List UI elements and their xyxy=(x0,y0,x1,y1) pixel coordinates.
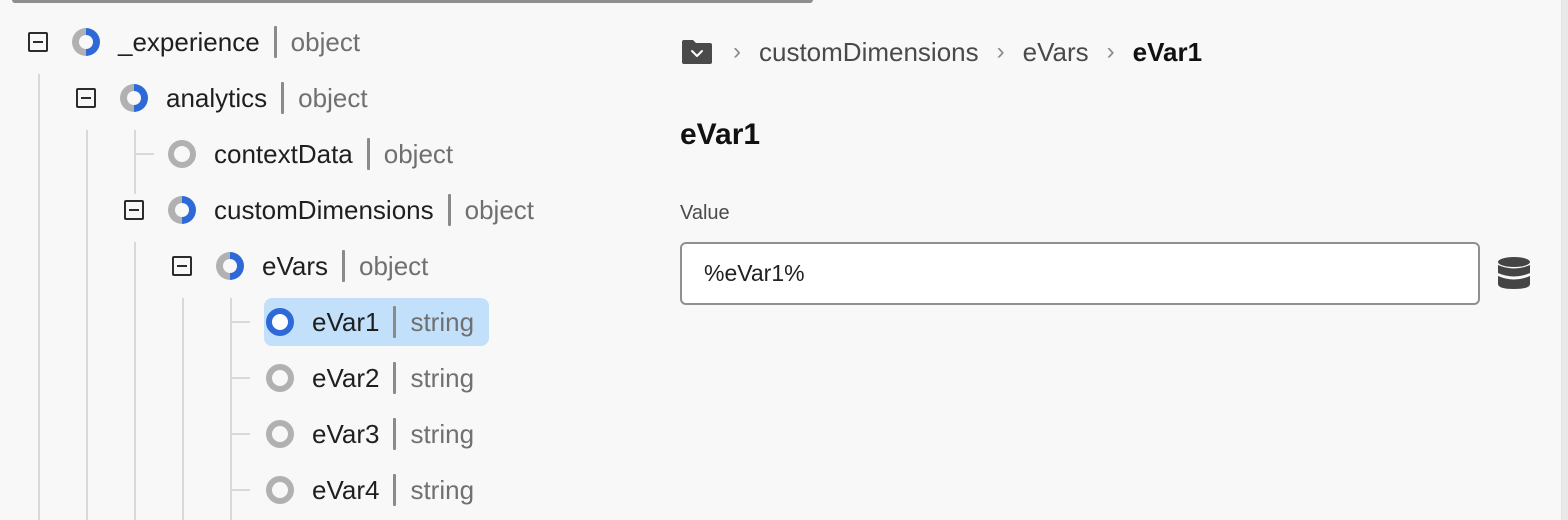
breadcrumb-item-customdimensions[interactable]: customDimensions xyxy=(759,37,979,68)
node-type: string xyxy=(410,306,475,337)
node-name: eVar4 xyxy=(312,474,380,505)
node-type: object xyxy=(298,82,368,113)
tree-guide-line xyxy=(38,74,40,520)
node-name: contextData xyxy=(214,138,353,169)
value-input[interactable] xyxy=(680,242,1480,305)
empty-status-icon xyxy=(168,140,196,168)
folder-icon[interactable] xyxy=(681,39,713,65)
tree-node-experience[interactable]: _experience object xyxy=(72,18,366,66)
node-name: eVars xyxy=(262,250,328,281)
separator xyxy=(447,194,451,226)
chevron-right-icon: › xyxy=(996,38,1005,65)
tree-connector xyxy=(134,153,154,155)
tree-connector xyxy=(230,433,250,435)
panel-scrollbar[interactable] xyxy=(1561,0,1568,520)
node-type: object xyxy=(290,26,361,57)
node-name: _experience xyxy=(118,26,260,57)
tree-guide-line xyxy=(182,298,184,520)
tree-guide-line xyxy=(134,242,136,520)
tree-connector xyxy=(230,377,250,379)
breadcrumb-item-current: eVar1 xyxy=(1132,36,1203,67)
separator xyxy=(393,474,397,506)
collapse-toggle-evars[interactable] xyxy=(172,256,192,276)
partial-status-icon xyxy=(120,84,148,112)
search-field-bottom-edge xyxy=(12,0,813,3)
node-name: analytics xyxy=(166,82,268,113)
tree-guide-line xyxy=(134,130,136,194)
partial-status-icon xyxy=(168,196,196,224)
collapse-toggle-customdimensions[interactable] xyxy=(124,200,144,220)
node-type: string xyxy=(410,474,475,505)
tree-node-evar1[interactable]: eVar1 string xyxy=(264,298,489,346)
node-name: customDimensions xyxy=(214,194,434,225)
node-name: eVar2 xyxy=(312,362,380,393)
node-name: eVar3 xyxy=(312,418,380,449)
tree-node-evar2[interactable]: eVar2 string xyxy=(266,354,480,402)
separator xyxy=(393,362,397,394)
breadcrumb-item-evars[interactable]: eVars xyxy=(1023,37,1089,68)
empty-status-icon xyxy=(266,364,294,392)
separator xyxy=(393,418,397,450)
tree-guide-line xyxy=(86,130,88,520)
node-type: object xyxy=(359,250,429,281)
separator xyxy=(366,138,370,170)
separator xyxy=(393,306,397,338)
tree-node-evar4[interactable]: eVar4 string xyxy=(266,466,480,514)
node-name: eVar1 xyxy=(312,306,380,337)
partial-status-icon xyxy=(216,252,244,280)
tree-node-evars[interactable]: eVars object xyxy=(216,242,434,290)
tree-guide-line xyxy=(230,298,232,520)
node-type: object xyxy=(383,138,454,169)
chevron-right-icon: › xyxy=(733,38,741,65)
value-label: Value xyxy=(680,202,730,224)
empty-status-icon xyxy=(266,420,294,448)
node-type: string xyxy=(410,362,475,393)
chevron-right-icon: › xyxy=(1106,38,1115,65)
empty-status-icon xyxy=(266,476,294,504)
node-type: string xyxy=(410,418,475,449)
tree-node-customdimensions[interactable]: customDimensions object xyxy=(168,186,540,234)
database-icon[interactable] xyxy=(1496,255,1532,291)
separator xyxy=(281,82,285,114)
tree-node-analytics[interactable]: analytics object xyxy=(120,74,374,122)
detail-title: eVar1 xyxy=(680,118,761,151)
separator xyxy=(273,26,277,58)
tree-connector xyxy=(230,321,250,323)
partial-status-icon xyxy=(72,28,100,56)
breadcrumb: › customDimensions › eVars › eVar1 xyxy=(681,32,1202,72)
separator xyxy=(342,250,345,282)
tree-node-contextdata[interactable]: contextData object xyxy=(168,130,459,178)
collapse-toggle-analytics[interactable] xyxy=(76,88,96,108)
tree-node-evar3[interactable]: eVar3 string xyxy=(266,410,480,458)
tree-connector xyxy=(230,489,250,491)
selected-status-icon xyxy=(266,308,294,336)
collapse-toggle-experience[interactable] xyxy=(28,32,48,52)
node-type: object xyxy=(464,194,535,225)
